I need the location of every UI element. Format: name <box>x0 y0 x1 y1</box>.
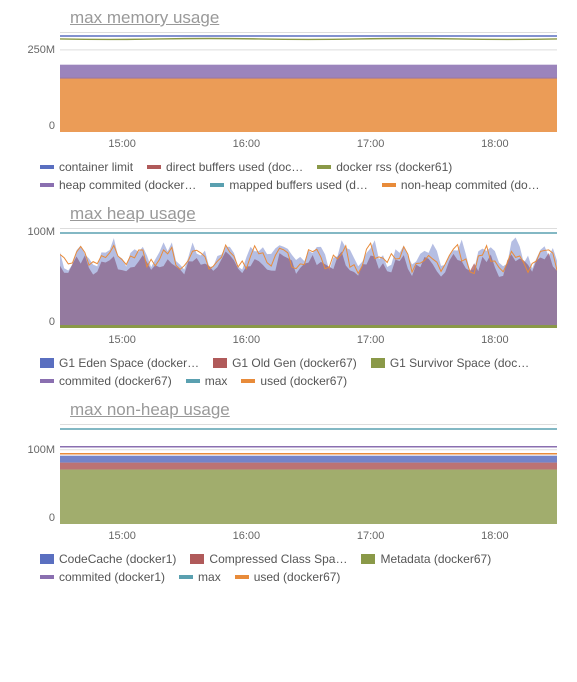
legend-item[interactable]: G1 Survivor Space (doc… <box>371 356 529 370</box>
memory-panel: max memory usage 250M 0 15:00 16:00 17:0… <box>0 0 577 196</box>
chart-svg <box>60 33 557 132</box>
legend-swatch <box>235 575 249 579</box>
legend-label: CodeCache (docker1) <box>59 552 176 566</box>
legend: G1 Eden Space (docker… G1 Old Gen (docker… <box>20 356 557 388</box>
legend-item[interactable]: max <box>179 570 221 584</box>
legend-label: max <box>205 374 228 388</box>
legend-swatch <box>241 379 255 383</box>
legend-label: non-heap commited (do… <box>401 178 540 192</box>
legend-swatch <box>40 358 54 368</box>
y-tick: 100M <box>15 226 55 238</box>
legend-item[interactable]: used (docker67) <box>241 374 347 388</box>
x-tick: 16:00 <box>233 530 261 542</box>
panel-title: max non-heap usage <box>70 400 557 420</box>
legend-item[interactable]: commited (docker67) <box>40 374 172 388</box>
x-axis: 15:00 16:00 17:00 18:00 <box>20 138 557 150</box>
x-axis: 15:00 16:00 17:00 18:00 <box>20 530 557 542</box>
legend-label: commited (docker67) <box>59 374 172 388</box>
legend-swatch <box>382 183 396 187</box>
chart-svg <box>60 229 557 328</box>
x-axis: 15:00 16:00 17:00 18:00 <box>20 334 557 346</box>
legend-label: Compressed Class Spa… <box>209 552 347 566</box>
legend-swatch <box>40 575 54 579</box>
legend-swatch <box>190 554 204 564</box>
legend-item[interactable]: CodeCache (docker1) <box>40 552 176 566</box>
legend-label: heap commited (docker… <box>59 178 196 192</box>
y-tick: 250M <box>15 44 55 56</box>
legend-label: max <box>198 570 221 584</box>
legend-swatch <box>371 358 385 368</box>
legend-item[interactable]: direct buffers used (doc… <box>147 160 303 174</box>
legend-label: Metadata (docker67) <box>380 552 491 566</box>
legend-item[interactable]: commited (docker1) <box>40 570 165 584</box>
legend-label: direct buffers used (doc… <box>166 160 303 174</box>
legend-swatch <box>361 554 375 564</box>
legend-item[interactable]: max <box>186 374 228 388</box>
legend-label: commited (docker1) <box>59 570 165 584</box>
legend-swatch <box>317 165 331 169</box>
x-tick: 15:00 <box>108 530 136 542</box>
x-tick: 18:00 <box>481 530 509 542</box>
y-tick: 0 <box>15 512 55 524</box>
legend-item[interactable]: container limit <box>40 160 133 174</box>
panel-title: max heap usage <box>70 204 557 224</box>
legend-label: mapped buffers used (d… <box>229 178 368 192</box>
legend: container limit direct buffers used (doc…… <box>20 160 557 192</box>
legend-label: used (docker67) <box>260 374 347 388</box>
x-tick: 17:00 <box>357 530 385 542</box>
x-tick: 16:00 <box>233 138 261 150</box>
chart-2 <box>60 228 557 328</box>
legend-swatch <box>210 183 224 187</box>
chart-1 <box>60 32 557 132</box>
legend-item[interactable]: non-heap commited (do… <box>382 178 540 192</box>
nonheap-panel: max non-heap usage 100M 0 15:00 16:00 17… <box>0 392 577 588</box>
x-tick: 18:00 <box>481 334 509 346</box>
legend-swatch <box>40 183 54 187</box>
chart-3 <box>60 424 557 524</box>
legend-item[interactable]: Compressed Class Spa… <box>190 552 347 566</box>
legend-swatch <box>40 379 54 383</box>
legend-swatch <box>147 165 161 169</box>
legend-swatch <box>179 575 193 579</box>
y-tick: 0 <box>15 316 55 328</box>
legend: CodeCache (docker1) Compressed Class Spa…… <box>20 552 557 584</box>
legend-swatch <box>40 165 54 169</box>
legend-swatch <box>213 358 227 368</box>
legend-item[interactable]: heap commited (docker… <box>40 178 196 192</box>
legend-label: container limit <box>59 160 133 174</box>
legend-label: docker rss (docker61) <box>336 160 452 174</box>
x-tick: 17:00 <box>357 334 385 346</box>
legend-item[interactable]: used (docker67) <box>235 570 341 584</box>
legend-label: G1 Old Gen (docker67) <box>232 356 357 370</box>
y-tick: 0 <box>15 120 55 132</box>
x-tick: 15:00 <box>108 138 136 150</box>
legend-item[interactable]: G1 Eden Space (docker… <box>40 356 199 370</box>
legend-swatch <box>186 379 200 383</box>
legend-item[interactable]: Metadata (docker67) <box>361 552 491 566</box>
x-tick: 18:00 <box>481 138 509 150</box>
chart-svg <box>60 425 557 524</box>
x-tick: 16:00 <box>233 334 261 346</box>
y-tick: 100M <box>15 444 55 456</box>
legend-item[interactable]: docker rss (docker61) <box>317 160 452 174</box>
legend-label: G1 Eden Space (docker… <box>59 356 199 370</box>
legend-item[interactable]: mapped buffers used (d… <box>210 178 368 192</box>
legend-swatch <box>40 554 54 564</box>
heap-panel: max heap usage 100M 0 15:00 16:00 17:00 … <box>0 196 577 392</box>
legend-item[interactable]: G1 Old Gen (docker67) <box>213 356 357 370</box>
x-tick: 17:00 <box>357 138 385 150</box>
legend-label: G1 Survivor Space (doc… <box>390 356 529 370</box>
legend-label: used (docker67) <box>254 570 341 584</box>
x-tick: 15:00 <box>108 334 136 346</box>
panel-title: max memory usage <box>70 8 557 28</box>
